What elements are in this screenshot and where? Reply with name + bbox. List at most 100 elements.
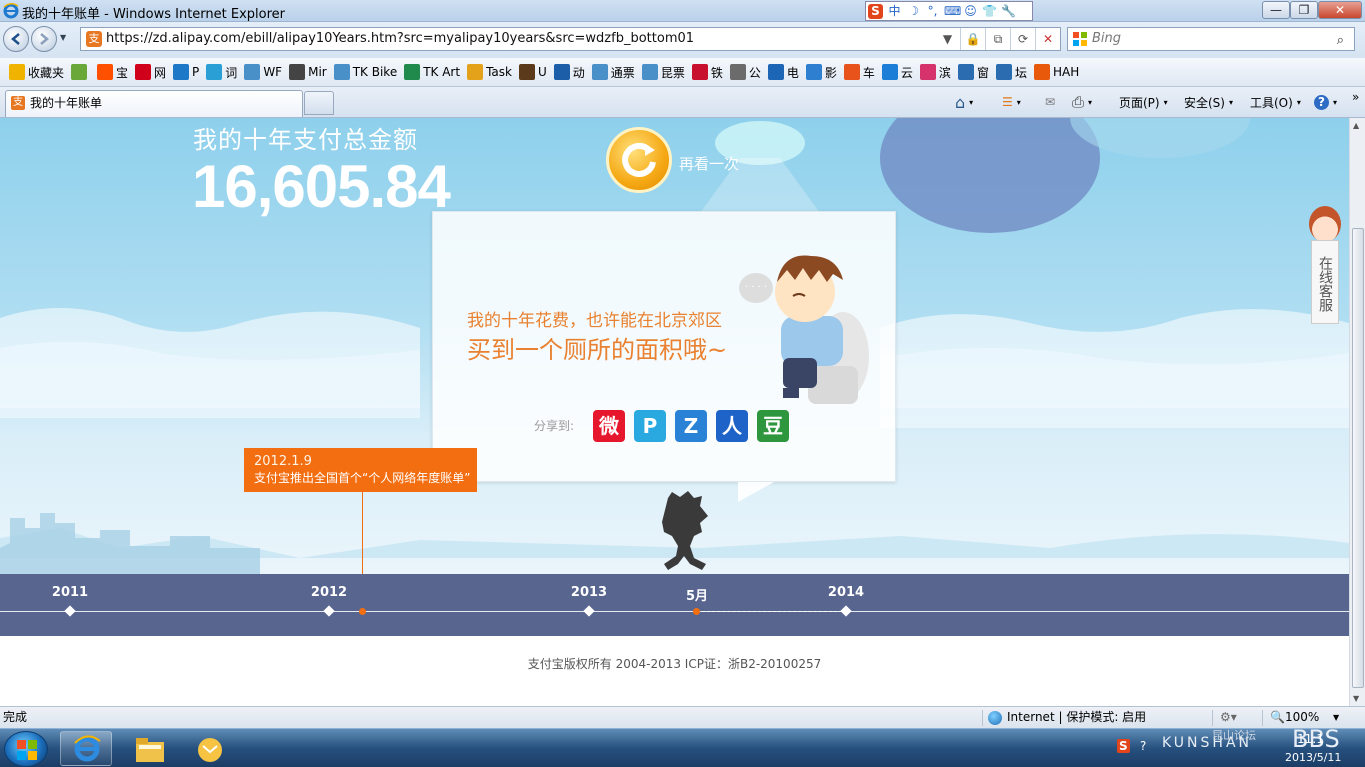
favorite-item[interactable]: 宝 (94, 61, 132, 83)
favorite-item[interactable]: HAH (1031, 61, 1083, 83)
timeline-year-2014[interactable]: 2014 (828, 585, 864, 600)
favorite-item[interactable]: 云 (879, 61, 917, 83)
recent-pages-chevron-icon[interactable]: ▼ (60, 33, 66, 42)
favorite-item[interactable]: 窗 (955, 61, 993, 83)
timeline-current-marker[interactable] (693, 608, 700, 615)
favorite-item[interactable]: U (516, 61, 551, 83)
user-icon[interactable]: ☺ (963, 4, 978, 19)
service-label[interactable]: 在线客服 (1311, 240, 1339, 324)
url-text[interactable]: https://zd.alipay.com/ebill/alipay10Year… (106, 31, 694, 46)
favorite-item[interactable]: 坛 (993, 61, 1031, 83)
timeline-marker-2013[interactable] (583, 605, 595, 617)
tab-current[interactable]: 支 我的十年账单 (5, 90, 303, 117)
forward-button[interactable] (31, 26, 57, 52)
favorite-item[interactable]: 滨 (917, 61, 955, 83)
search-icon[interactable]: ⌕ (1337, 30, 1344, 52)
address-bar[interactable]: 支 https://zd.alipay.com/ebill/alipay10Ye… (80, 27, 1061, 51)
favorite-item[interactable]: 影 (803, 61, 841, 83)
maximize-button[interactable]: ❐ (1290, 1, 1318, 19)
print-button[interactable]: ⎙ ▾ (1072, 92, 1092, 112)
home-button[interactable]: ⌂ ▾ (955, 92, 973, 112)
taskbar-app-button[interactable] (183, 731, 235, 766)
favorite-item[interactable]: 昆票 (639, 61, 689, 83)
favorite-item[interactable]: 收藏夹 (6, 61, 68, 83)
favorite-item[interactable]: 铁 (689, 61, 727, 83)
timeline-year-2012[interactable]: 2012 (311, 585, 347, 600)
favorite-item[interactable]: 通票 (589, 61, 639, 83)
favorite-item[interactable]: 电 (765, 61, 803, 83)
favorite-item[interactable]: Task (464, 61, 516, 83)
tray-sogou-icon[interactable]: S (1117, 739, 1130, 753)
tools-menu[interactable]: 工具(O) ▾ (1250, 92, 1301, 112)
share-weibo-button[interactable]: 微 (593, 410, 625, 442)
home-dropdown-icon[interactable]: ▾ (969, 98, 973, 107)
new-tab-button[interactable] (304, 91, 334, 115)
scroll-thumb[interactable] (1352, 228, 1364, 688)
back-button[interactable] (3, 26, 29, 52)
chinese-mode-icon[interactable]: 中 (887, 4, 902, 19)
sogou-icon[interactable]: S (868, 3, 883, 19)
tencent-weibo-icon: P (642, 414, 658, 438)
clock-time[interactable]: 11:1 (1297, 732, 1324, 746)
tools-icon[interactable]: 🔧 (1001, 4, 1016, 19)
taskbar-ie-button[interactable] (60, 731, 112, 766)
punctuation-icon[interactable]: °, (925, 4, 940, 19)
stop-icon[interactable]: ✕ (1035, 28, 1060, 50)
tray-help-icon[interactable]: ? (1140, 739, 1146, 753)
page-menu[interactable]: 页面(P) ▾ (1119, 92, 1168, 112)
lock-icon[interactable]: 🔒 (960, 28, 985, 50)
favorite-item[interactable]: 车 (841, 61, 879, 83)
skin-icon[interactable]: 👕 (982, 4, 997, 19)
favorite-item[interactable]: TK Art (401, 61, 464, 83)
mail-button[interactable]: ✉ (1045, 92, 1055, 112)
favorite-item[interactable]: 网 (132, 61, 170, 83)
share-qzone-button[interactable]: Z (675, 410, 707, 442)
safety-menu[interactable]: 安全(S) ▾ (1184, 92, 1233, 112)
favorite-item[interactable]: P (170, 61, 203, 83)
share-douban-button[interactable]: 豆 (757, 410, 789, 442)
taskbar-explorer-button[interactable] (123, 731, 175, 766)
address-dropdown-icon[interactable]: ▼ (935, 28, 960, 50)
timeline-year-2011[interactable]: 2011 (52, 585, 88, 600)
close-button[interactable]: ✕ (1318, 1, 1362, 19)
search-box[interactable]: Bing ⌕ (1067, 27, 1355, 51)
compatibility-view-icon[interactable]: ⧉ (985, 28, 1010, 50)
favorite-item[interactable]: TK Bike (331, 61, 401, 83)
timeline-marker-2011[interactable] (64, 605, 76, 617)
feeds-dropdown-icon[interactable]: ▾ (1017, 98, 1021, 107)
keyboard-icon[interactable]: ⌨ (944, 4, 961, 19)
favorite-item[interactable]: 词 (203, 61, 241, 83)
replay-label[interactable]: 再看一次 (679, 153, 739, 174)
favorite-item[interactable]: 公 (727, 61, 765, 83)
print-dropdown-icon[interactable]: ▾ (1088, 98, 1092, 107)
clock-date[interactable]: 2013/5/11 (1285, 751, 1341, 764)
vertical-scrollbar[interactable]: ▲ ▼ (1349, 118, 1365, 706)
start-button[interactable] (4, 731, 48, 767)
minimize-button[interactable]: — (1262, 1, 1290, 19)
favorite-label: U (537, 65, 547, 79)
timeline-event-marker[interactable] (359, 608, 366, 615)
protected-mode-icon[interactable]: ⚙▾ (1220, 707, 1237, 728)
replay-button[interactable] (606, 127, 672, 193)
timeline-year-2013[interactable]: 2013 (571, 585, 607, 600)
timeline-current-month[interactable]: 5月 (686, 585, 708, 604)
help-menu[interactable]: ? ▾ (1314, 92, 1337, 112)
favorite-item[interactable]: 动 (551, 61, 589, 83)
timeline-marker-2014[interactable] (840, 605, 852, 617)
more-commands-chevron-icon[interactable]: » (1352, 87, 1359, 107)
share-renren-button[interactable]: 人 (716, 410, 748, 442)
security-zone-text[interactable]: Internet | 保护模式: 启用 (1007, 707, 1146, 728)
share-tencent-weibo-button[interactable]: P (634, 410, 666, 442)
scroll-up-arrow-icon[interactable]: ▲ (1353, 121, 1359, 130)
ime-toolbar[interactable]: S 中 ☽ °, ⌨ ☺ 👕 🔧 (865, 1, 1033, 21)
half-width-icon[interactable]: ☽ (906, 4, 921, 19)
favorite-item[interactable]: Mir (286, 61, 331, 83)
page-viewport: 我的十年支付总金额 16,605.84 再看一次 我的十年花费，也许能在北京郊区… (0, 118, 1349, 706)
timeline-marker-2012[interactable] (323, 605, 335, 617)
refresh-icon[interactable]: ⟳ (1010, 28, 1035, 50)
scroll-down-arrow-icon[interactable]: ▼ (1353, 694, 1359, 703)
favorite-item[interactable]: WF (241, 61, 286, 83)
online-service-widget[interactable]: 在线客服 (1309, 206, 1341, 324)
feeds-button[interactable]: ☰ ▾ (1002, 92, 1021, 112)
favorite-item[interactable] (68, 61, 94, 83)
